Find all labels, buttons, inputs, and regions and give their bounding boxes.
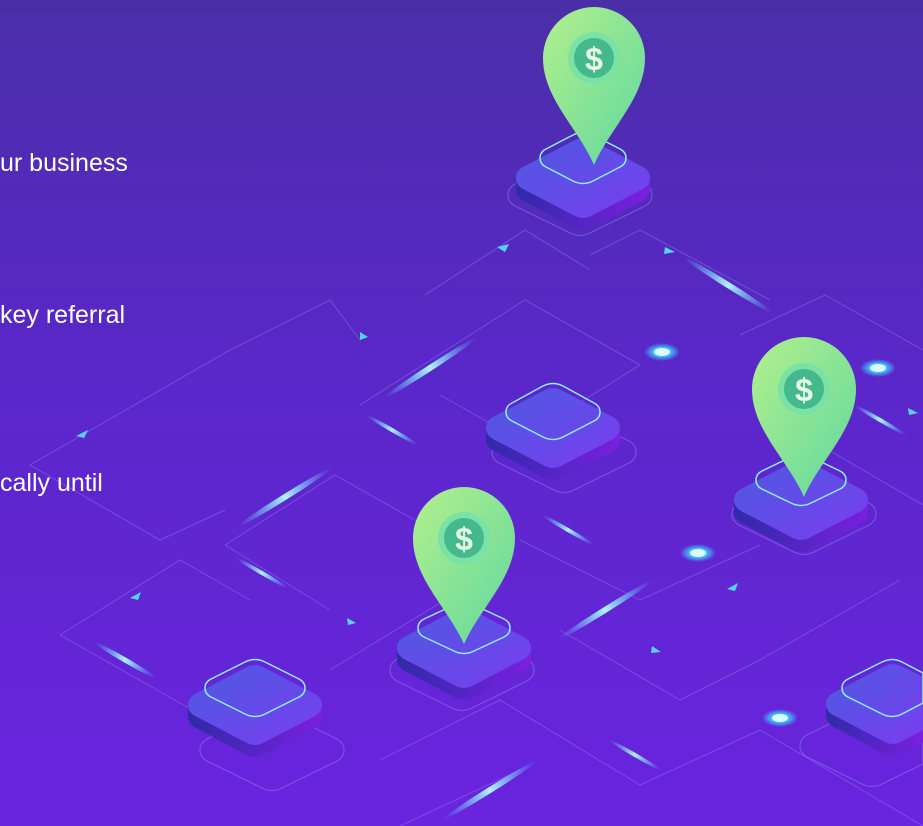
empty-tile (486, 382, 620, 480)
empty-tile (188, 658, 322, 757)
location-pin-tile: $ (516, 7, 650, 230)
location-pin-icon (413, 487, 515, 644)
dollar-icon: $ (585, 41, 603, 77)
body-text-line: cally until (0, 469, 103, 497)
location-pin-tile: $ (397, 487, 531, 700)
location-pin-tile: $ (734, 337, 868, 552)
location-pin-icon (752, 337, 856, 497)
body-text-line: key referral (0, 301, 126, 329)
hero-illustration: $ $ $ ur business key referral cally unt… (0, 0, 923, 826)
isometric-map-graphic: $ $ $ (29, 7, 923, 826)
dollar-icon: $ (795, 372, 813, 408)
empty-tile (826, 658, 923, 756)
body-text-line: ur business (0, 149, 128, 177)
dollar-icon: $ (455, 521, 473, 557)
location-pin-icon (543, 7, 645, 165)
